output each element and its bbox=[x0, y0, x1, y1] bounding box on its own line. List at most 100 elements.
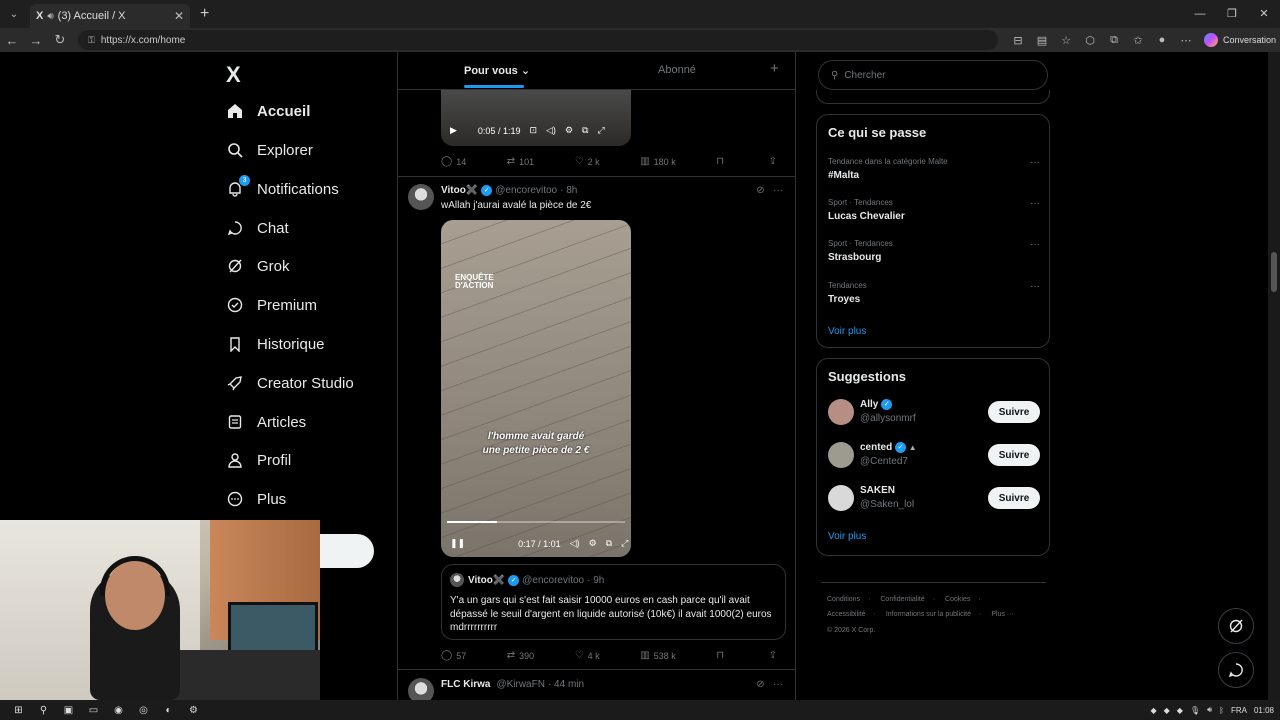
footer-link[interactable]: Informations sur la publicité bbox=[886, 611, 971, 618]
post-more-icon[interactable]: ··· bbox=[773, 679, 783, 690]
share-button[interactable]: ⇪ bbox=[769, 650, 781, 661]
tab-actions-chevron-icon[interactable]: ⌄ bbox=[4, 4, 24, 24]
footer-link[interactable]: Confidentialité bbox=[880, 596, 924, 603]
follow-button[interactable]: Suivre bbox=[988, 444, 1040, 466]
tray-app-icon[interactable]: ◆ bbox=[1177, 706, 1183, 715]
site-info-icon[interactable]: ⚿ bbox=[88, 35, 95, 46]
post2-handle[interactable]: @encorevitoo bbox=[495, 185, 557, 196]
bluetooth-icon[interactable]: ᛒ bbox=[1219, 706, 1224, 715]
volume-tray-icon[interactable]: 🔊︎ bbox=[1207, 705, 1212, 715]
nav-item-history[interactable]: Historique bbox=[226, 330, 325, 358]
bookmark-post-button[interactable]: ⊓ bbox=[716, 650, 728, 661]
edge-browser-icon[interactable]: ◉ bbox=[106, 705, 131, 716]
like-button[interactable]: ♡ 2 k bbox=[575, 156, 600, 167]
browser-tab[interactable]: X 🔊︎ (3) Accueil / X ✕ bbox=[30, 4, 190, 28]
search-input[interactable]: ⚲ Chercher bbox=[818, 60, 1048, 90]
maximize-icon[interactable]: ❐ bbox=[1216, 0, 1248, 28]
x-logo[interactable]: X bbox=[226, 62, 241, 88]
follow-button[interactable]: Suivre bbox=[988, 487, 1040, 509]
speaker-icon[interactable]: 🔊︎ bbox=[47, 11, 53, 22]
refresh-icon[interactable]: ↻ bbox=[48, 32, 72, 48]
minimize-icon[interactable]: — bbox=[1184, 0, 1216, 28]
nav-item-profile[interactable]: Profil bbox=[226, 446, 291, 474]
grok-explain-icon[interactable]: ⊘ bbox=[756, 185, 764, 196]
collections-icon[interactable]: ⧉ bbox=[1102, 34, 1126, 47]
follow-button[interactable]: Suivre bbox=[988, 401, 1040, 423]
suggestion-name[interactable]: SAKEN bbox=[860, 485, 895, 496]
reply-button[interactable]: ◯ 14 bbox=[441, 156, 466, 167]
tray-app-icon[interactable]: ◆ bbox=[1150, 706, 1156, 715]
footer-link[interactable]: Accessibilité bbox=[827, 611, 866, 618]
menu-dots-icon[interactable]: ⋯ bbox=[1174, 34, 1198, 47]
back-icon[interactable]: ← bbox=[0, 33, 24, 48]
suggestion-name[interactable]: Ally ✓ bbox=[860, 399, 893, 410]
grok-fab-button[interactable] bbox=[1218, 608, 1254, 644]
messages-fab-button[interactable] bbox=[1218, 652, 1254, 688]
favorite-star-icon[interactable]: ☆ bbox=[1054, 34, 1078, 47]
discord-icon[interactable]: ◐ bbox=[156, 705, 181, 716]
windows-start-icon[interactable]: ⊞ bbox=[6, 705, 31, 716]
scrollbar-thumb[interactable] bbox=[1271, 252, 1277, 292]
play-icon[interactable]: ▶ bbox=[450, 125, 457, 136]
post3-handle[interactable]: @KirwaFN bbox=[496, 679, 545, 690]
post3-author-name[interactable]: FLC Kirwa bbox=[441, 679, 490, 690]
post2-avatar[interactable] bbox=[408, 184, 434, 210]
suggestions-see-more-link[interactable]: Voir plus bbox=[828, 531, 866, 542]
trend-item[interactable]: Tendance dans la catégorie Malte #Malta … bbox=[828, 157, 1040, 181]
fullscreen-icon[interactable]: ⤢ bbox=[621, 538, 628, 549]
trend-more-icon[interactable]: ··· bbox=[1030, 157, 1040, 168]
pip-icon[interactable]: ⧉ bbox=[582, 125, 588, 136]
repost-button[interactable]: ⇄ 390 bbox=[507, 650, 534, 661]
settings-app-icon[interactable]: ⚙ bbox=[181, 705, 206, 716]
folder-icon[interactable]: ▭ bbox=[81, 705, 106, 716]
new-tab-button[interactable]: + bbox=[200, 5, 209, 23]
avatar[interactable] bbox=[828, 485, 854, 511]
favorites-icon[interactable]: ✩ bbox=[1126, 34, 1150, 47]
nav-item-notifications[interactable]: 3 Notifications bbox=[226, 175, 339, 203]
page-scrollbar[interactable] bbox=[1268, 52, 1280, 700]
tray-lang[interactable]: FRA bbox=[1231, 706, 1247, 715]
copilot-conversation-button[interactable]: Conversation bbox=[1204, 33, 1276, 47]
trend-more-icon[interactable]: ··· bbox=[1030, 281, 1040, 292]
nav-item-creator-studio[interactable]: Creator Studio bbox=[226, 369, 354, 397]
nav-item-more[interactable]: Plus bbox=[226, 485, 286, 513]
trend-more-icon[interactable]: ··· bbox=[1030, 198, 1040, 209]
chrome-icon[interactable]: ◎ bbox=[131, 705, 156, 716]
post1-video[interactable] bbox=[441, 90, 631, 146]
like-button[interactable]: ♡ 4 k bbox=[575, 650, 600, 661]
tab-for-you[interactable]: Pour vous ⌄ bbox=[464, 64, 530, 77]
forward-icon[interactable]: → bbox=[24, 33, 48, 48]
video-progress-bar[interactable] bbox=[447, 521, 625, 523]
file-explorer-icon[interactable]: ▣ bbox=[56, 705, 81, 716]
trend-item[interactable]: Sport · Tendances Strasbourg ··· bbox=[828, 239, 1040, 263]
footer-link[interactable]: Cookies bbox=[945, 596, 970, 603]
avatar[interactable] bbox=[828, 442, 854, 468]
add-feed-icon[interactable]: + bbox=[770, 60, 779, 77]
footer-link[interactable]: Plus ··· bbox=[991, 611, 1014, 618]
tray-app-icon[interactable]: ◆ bbox=[1164, 706, 1170, 715]
trend-item[interactable]: Tendances Troyes ··· bbox=[828, 281, 1040, 305]
post2-video[interactable]: ENQUÊTE D'ACTION l'homme avait gardé une… bbox=[441, 220, 631, 557]
captions-icon[interactable]: ⊡ bbox=[529, 125, 537, 136]
pip-icon[interactable]: ⧉ bbox=[606, 538, 612, 549]
nav-item-grok[interactable]: Grok bbox=[226, 252, 290, 280]
nav-item-articles[interactable]: Articles bbox=[226, 408, 306, 436]
fullscreen-icon[interactable]: ⤢ bbox=[597, 125, 604, 136]
nav-item-chat[interactable]: Chat bbox=[226, 214, 289, 242]
suggestion-name[interactable]: cented ✓ ▲ bbox=[860, 442, 917, 453]
tray-clock[interactable]: 01:08 bbox=[1254, 706, 1274, 715]
reader-icon[interactable]: ▤ bbox=[1030, 34, 1054, 47]
profile-avatar-icon[interactable]: ● bbox=[1150, 34, 1174, 46]
settings-icon[interactable]: ⚙ bbox=[589, 538, 597, 549]
footer-link[interactable]: Conditions bbox=[827, 596, 860, 603]
reply-button[interactable]: ◯ 57 bbox=[441, 650, 466, 661]
nav-item-explore[interactable]: Explorer bbox=[226, 136, 313, 164]
extensions-icon[interactable]: ⬡ bbox=[1078, 34, 1102, 47]
trend-more-icon[interactable]: ··· bbox=[1030, 239, 1040, 250]
views-button[interactable]: ▥ 538 k bbox=[640, 650, 675, 661]
volume-icon[interactable]: ◁) bbox=[546, 125, 556, 136]
split-screen-icon[interactable]: ⊟ bbox=[1006, 34, 1030, 47]
share-button[interactable]: ⇪ bbox=[769, 156, 781, 167]
trends-see-more-link[interactable]: Voir plus bbox=[828, 326, 866, 337]
quoted-post[interactable]: Vitoo✖️ ✓ @encorevitoo · 9h Y'a un gars … bbox=[441, 564, 786, 640]
